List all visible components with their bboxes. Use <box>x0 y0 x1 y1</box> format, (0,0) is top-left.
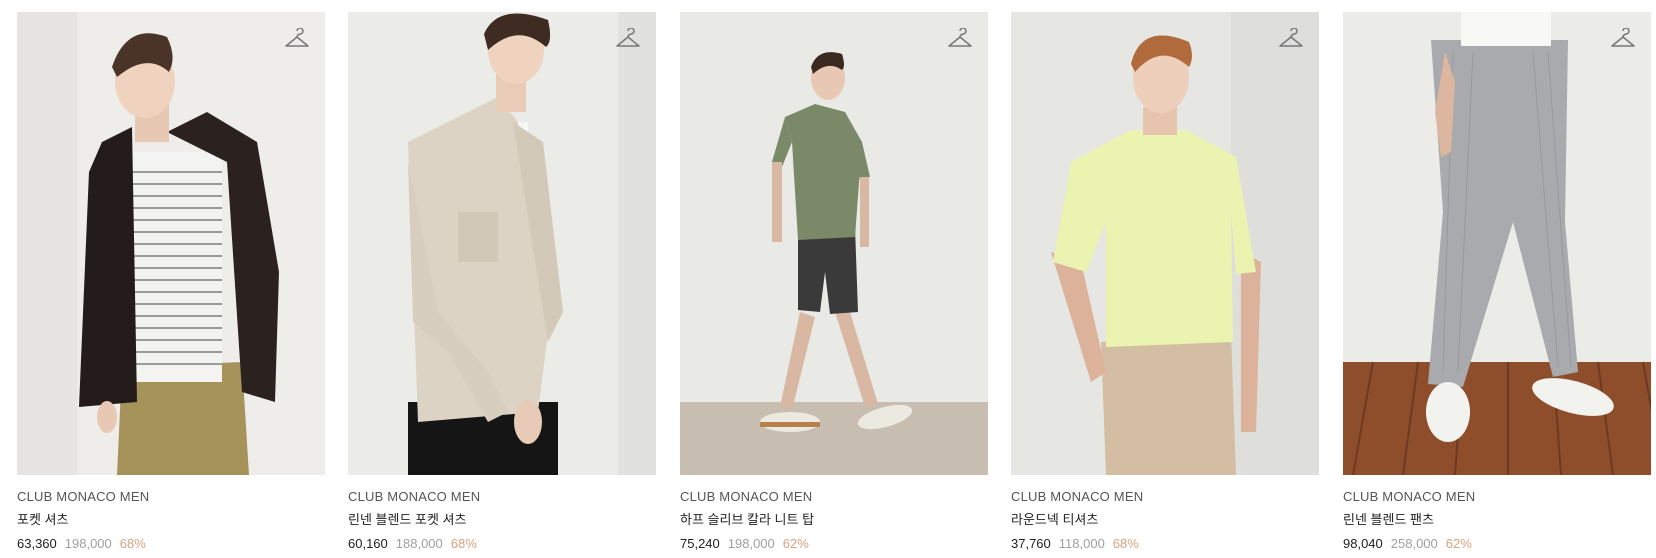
product-image[interactable] <box>17 12 325 475</box>
price-row: 60,160 188,000 68% <box>348 536 656 552</box>
product-card[interactable]: CLUB MONACO MEN 린넨 블렌드 포켓 셔츠 60,160 188,0… <box>348 12 656 552</box>
brand-label: CLUB MONACO MEN <box>1343 489 1476 504</box>
hanger-icon[interactable] <box>947 28 973 50</box>
sale-price: 75,240 <box>680 536 720 551</box>
sale-price: 60,160 <box>348 536 388 551</box>
price-row: 75,240 198,000 62% <box>680 536 988 552</box>
original-price: 198,000 <box>727 536 775 551</box>
brand-label: CLUB MONACO MEN <box>17 489 150 504</box>
hanger-icon[interactable] <box>615 28 641 50</box>
original-price: 118,000 <box>1058 536 1105 551</box>
product-card[interactable]: CLUB MONACO MEN 하프 슬리브 칼라 니트 탑 75,240 198… <box>680 12 988 552</box>
sale-price: 98,040 <box>1343 536 1383 551</box>
product-name[interactable]: 하프 슬리브 칼라 니트 탑 <box>680 512 988 528</box>
original-price: 258,000 <box>1390 536 1438 551</box>
product-grid: CLUB MONACO MEN 포켓 셔츠 63,360 198,000 68% <box>0 0 1656 558</box>
product-image[interactable] <box>1011 12 1319 475</box>
price-row: 98,040 258,000 62% <box>1343 536 1651 552</box>
product-card[interactable]: CLUB MONACO MEN 포켓 셔츠 63,360 198,000 68% <box>17 12 325 552</box>
original-price: 188,000 <box>395 536 443 551</box>
product-name[interactable]: 라운드넥 티셔츠 <box>1011 512 1319 528</box>
discount-rate: 68% <box>119 536 146 551</box>
product-name[interactable]: 린넨 블렌드 팬츠 <box>1343 512 1651 528</box>
hanger-icon[interactable] <box>284 28 310 50</box>
brand-label: CLUB MONACO MEN <box>680 489 813 504</box>
product-image[interactable] <box>1343 12 1651 475</box>
brand-label: CLUB MONACO MEN <box>348 489 481 504</box>
discount-rate: 68% <box>1112 536 1139 551</box>
price-row: 37,760 118,000 68% <box>1011 536 1319 552</box>
hanger-icon[interactable] <box>1610 28 1636 50</box>
price-row: 63,360 198,000 68% <box>17 536 325 552</box>
product-card[interactable]: CLUB MONACO MEN 린넨 블렌드 팬츠 98,040 258,000 6… <box>1343 12 1651 552</box>
product-name[interactable]: 린넨 블렌드 포켓 셔츠 <box>348 512 656 528</box>
discount-rate: 62% <box>1445 536 1472 551</box>
sale-price: 37,760 <box>1011 536 1051 551</box>
product-image[interactable] <box>348 12 656 475</box>
discount-rate: 68% <box>450 536 477 551</box>
hanger-icon[interactable] <box>1278 28 1304 50</box>
discount-rate: 62% <box>782 536 809 551</box>
product-name[interactable]: 포켓 셔츠 <box>17 512 325 528</box>
product-card[interactable]: CLUB MONACO MEN 라운드넥 티셔츠 37,760 118,000 68… <box>1011 12 1319 552</box>
brand-label: CLUB MONACO MEN <box>1011 489 1144 504</box>
original-price: 198,000 <box>64 536 112 551</box>
product-image[interactable] <box>680 12 988 475</box>
sale-price: 63,360 <box>17 536 57 551</box>
